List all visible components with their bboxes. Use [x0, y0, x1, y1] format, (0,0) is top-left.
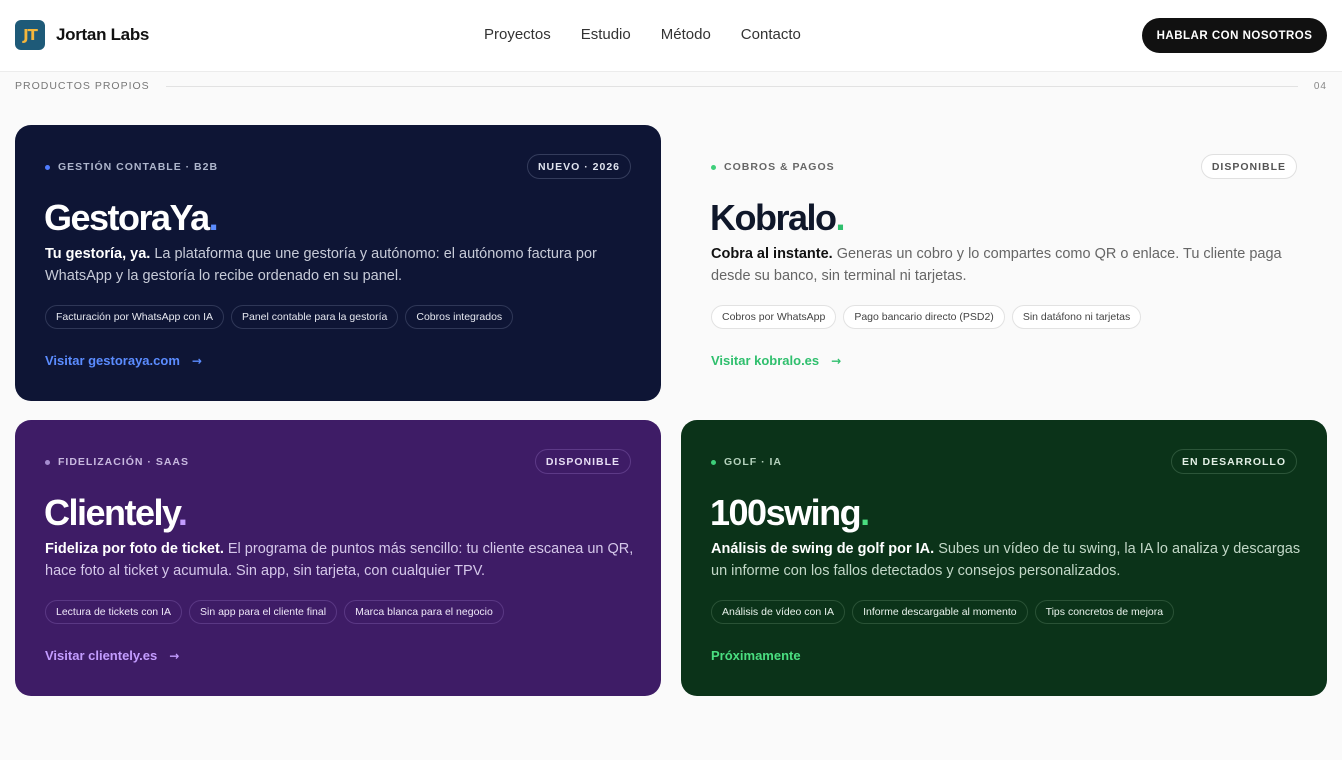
- status-badge: DISPONIBLE: [1200, 154, 1297, 179]
- product-title: GestoraYa.: [44, 197, 219, 239]
- feature-tag: Pago bancario directo (PSD2): [843, 305, 1005, 329]
- visit-gestoraya-link[interactable]: Visitar gestoraya.com →: [45, 353, 202, 368]
- contact-cta-button[interactable]: HABLAR CON NOSOTROS: [1142, 18, 1327, 53]
- category-dot-icon: [45, 164, 50, 170]
- visit-kobralo-link[interactable]: Visitar kobralo.es →: [711, 353, 841, 368]
- category-dot-icon: [711, 459, 716, 465]
- nav-metodo[interactable]: Método: [661, 26, 711, 43]
- section-label: PRODUCTOS PROPIOS: [15, 80, 150, 92]
- feature-tag: Cobros integrados: [405, 305, 514, 329]
- product-name: Kobralo: [710, 197, 837, 238]
- feature-tag: Marca blanca para el negocio: [344, 600, 504, 624]
- status-badge: EN DESARROLLO: [1170, 449, 1297, 474]
- category-dot-icon: [45, 459, 50, 465]
- product-description: Cobra al instante. Generas un cobro y lo…: [711, 243, 1301, 287]
- status-badge: NUEVO · 2026: [526, 154, 631, 179]
- category-label: COBROS & PAGOS: [724, 161, 835, 173]
- feature-tag: Informe descargable al momento: [852, 600, 1028, 624]
- section-heading: PRODUCTOS PROPIOS 04: [15, 80, 1327, 92]
- product-title: Clientely.: [44, 492, 188, 534]
- nav-proyectos[interactable]: Proyectos: [484, 26, 551, 43]
- feature-tag: Lectura de tickets con IA: [45, 600, 182, 624]
- main-nav: Proyectos Estudio Método Contacto: [484, 26, 831, 43]
- feature-tag: Sin app para el cliente final: [188, 600, 338, 624]
- feature-tag: Tips concretos de mejora: [1034, 600, 1175, 624]
- status-badge: DISPONIBLE: [534, 449, 631, 474]
- product-lead: Fideliza por foto de ticket.: [45, 541, 224, 557]
- arrow-right-icon: →: [169, 648, 180, 663]
- link-label: Próximamente: [711, 648, 801, 663]
- product-name: GestoraYa: [44, 197, 210, 238]
- feature-tag: Cobros por WhatsApp: [711, 305, 837, 329]
- product-title: Kobralo.: [710, 197, 846, 239]
- feature-tag: Sin datáfono ni tarjetas: [1011, 305, 1142, 329]
- product-category: GOLF · IA: [711, 456, 782, 468]
- product-card-kobralo: COBROS & PAGOS DISPONIBLE Kobralo. Cobra…: [681, 125, 1327, 401]
- title-accent-dot: .: [208, 197, 219, 238]
- feature-tags: Facturación por WhatsApp con IA Panel co…: [45, 305, 520, 329]
- feature-tags: Lectura de tickets con IA Sin app para e…: [45, 600, 511, 624]
- link-label: Visitar gestoraya.com: [45, 353, 180, 368]
- product-description: Tu gestoría, ya. La plataforma que une g…: [45, 243, 635, 287]
- product-card-100swing: GOLF · IA EN DESARROLLO 100swing. Anális…: [681, 420, 1327, 696]
- product-card-clientely: FIDELIZACIÓN · SAAS DISPONIBLE Clientely…: [15, 420, 661, 696]
- brand-name: Jortan Labs: [56, 25, 150, 44]
- nav-estudio[interactable]: Estudio: [581, 26, 631, 43]
- category-label: GESTIÓN CONTABLE · B2B: [58, 161, 219, 173]
- product-category: COBROS & PAGOS: [711, 161, 835, 173]
- nav-contacto[interactable]: Contacto: [741, 26, 801, 43]
- logo-mark: JT: [15, 20, 45, 50]
- arrow-right-icon: →: [191, 353, 202, 368]
- feature-tag: Facturación por WhatsApp con IA: [45, 305, 224, 329]
- product-name: 100swing: [710, 492, 862, 533]
- product-lead: Análisis de swing de golf por IA.: [711, 541, 935, 557]
- product-lead: Tu gestoría, ya.: [45, 246, 151, 262]
- product-name: Clientely: [44, 492, 179, 533]
- title-accent-dot: .: [860, 492, 870, 533]
- section-divider: [165, 85, 1298, 87]
- title-accent-dot: .: [835, 197, 846, 238]
- product-card-gestoraya: GESTIÓN CONTABLE · B2B NUEVO · 2026 Gest…: [15, 125, 661, 401]
- arrow-right-icon: →: [831, 353, 842, 368]
- product-category: FIDELIZACIÓN · SAAS: [45, 456, 189, 468]
- feature-tag: Análisis de vídeo con IA: [711, 600, 846, 624]
- coming-soon-label: Próximamente: [711, 648, 801, 663]
- category-dot-icon: [711, 164, 716, 170]
- link-label: Visitar kobralo.es: [711, 353, 820, 368]
- category-label: GOLF · IA: [724, 456, 782, 468]
- product-description: Análisis de swing de golf por IA. Subes …: [711, 538, 1301, 582]
- brand-logo[interactable]: JT Jortan Labs: [15, 20, 149, 50]
- section-number: 04: [1313, 80, 1327, 92]
- product-category: GESTIÓN CONTABLE · B2B: [45, 161, 218, 173]
- visit-clientely-link[interactable]: Visitar clientely.es →: [45, 648, 179, 663]
- category-label: FIDELIZACIÓN · SAAS: [58, 456, 189, 468]
- link-label: Visitar clientely.es: [45, 648, 158, 663]
- product-description: Fideliza por foto de ticket. El programa…: [45, 538, 635, 582]
- site-header: JT Jortan Labs Proyectos Estudio Método …: [0, 0, 1342, 72]
- title-accent-dot: .: [177, 492, 188, 533]
- product-title: 100swing.: [710, 492, 870, 534]
- feature-tag: Panel contable para la gestoría: [231, 305, 399, 329]
- feature-tags: Cobros por WhatsApp Pago bancario direct…: [711, 305, 1148, 329]
- product-lead: Cobra al instante.: [711, 246, 833, 262]
- feature-tags: Análisis de vídeo con IA Informe descarg…: [711, 600, 1181, 624]
